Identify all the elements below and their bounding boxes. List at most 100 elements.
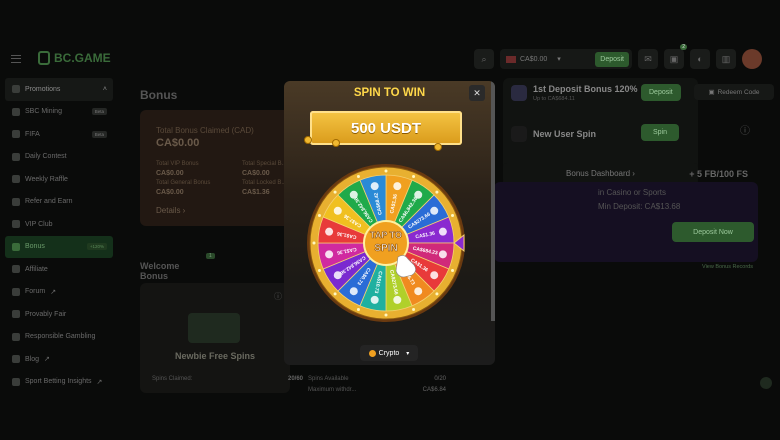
deposit-bonus-button[interactable]: Deposit bbox=[641, 84, 681, 101]
gift-icon bbox=[12, 242, 20, 251]
max-withdraw-label: Maximum withdr... bbox=[308, 387, 357, 393]
coin-icon bbox=[430, 206, 439, 215]
sidebar-item-label: Daily Contest bbox=[25, 153, 67, 161]
newbie-free-spins-card[interactable]: Newbie Free Spins Spins Claimed: 20/60 ⓘ bbox=[140, 283, 303, 393]
sidebar-item-bonus[interactable]: Bonus +120% bbox=[5, 235, 113, 258]
sidebar-item-label: VIP Club bbox=[25, 220, 53, 228]
coin-icon bbox=[325, 227, 334, 236]
wheel-light bbox=[333, 292, 337, 296]
wheel-icon bbox=[511, 126, 527, 142]
sidebar-item-label: Forum bbox=[25, 288, 46, 296]
deposit-now-button[interactable]: Deposit Now bbox=[672, 222, 754, 242]
spins-available-value: 0/20 bbox=[434, 376, 446, 382]
free-spins-text: + 5 FB/100 FS bbox=[689, 169, 748, 179]
sidebar-item-forum[interactable]: Forum ↗ bbox=[5, 281, 113, 304]
search-icon[interactable]: ⌕ bbox=[474, 49, 494, 69]
info-icon[interactable]: ⓘ bbox=[274, 291, 282, 302]
claimed-label: Total Bonus Claimed (CAD) bbox=[156, 126, 254, 135]
megaphone-icon bbox=[12, 85, 20, 94]
sidebar-item-affiliate[interactable]: Affiliate bbox=[5, 258, 113, 281]
spin-button[interactable]: Spin bbox=[641, 124, 680, 141]
heart-icon bbox=[12, 332, 20, 341]
spins-claimed-value: 20/60 bbox=[288, 376, 304, 382]
new-user-spin-row: New User Spin bbox=[511, 126, 596, 142]
avatar[interactable] bbox=[742, 49, 762, 69]
coin-icon bbox=[332, 139, 340, 147]
page-title: Bonus bbox=[140, 88, 178, 102]
sidebar-item-sport-betting-insights[interactable]: Sport Betting Insights ↗ bbox=[5, 371, 113, 394]
sidebar-item-label: Weekly Raffle bbox=[25, 175, 68, 183]
spins-claimed-label: Spins Claimed: bbox=[152, 376, 193, 382]
wheel-light bbox=[317, 269, 321, 273]
wallet-balance[interactable]: CA$0.00 ▾ Deposit bbox=[500, 49, 632, 69]
sidebar-item-refer-and-earn[interactable]: Refer and Earn bbox=[5, 191, 113, 214]
prize-wheel[interactable]: CA$1.36 CA$6,842.36 CA$273.66 CA$1.36 CA$684… bbox=[302, 163, 486, 329]
coin-icon bbox=[414, 287, 423, 296]
max-withdraw-value: CA$6.84 bbox=[422, 387, 446, 393]
forum-icon bbox=[12, 287, 20, 296]
deposit-promo-card: + 5 FB/100 FS in Casino or Sports Min De… bbox=[494, 169, 758, 262]
redeem-code-button[interactable]: ▣ Redeem Code bbox=[694, 84, 774, 100]
support-icon[interactable] bbox=[760, 377, 772, 389]
menu-dots-icon[interactable]: ▥ bbox=[716, 49, 736, 69]
close-icon[interactable]: ✕ bbox=[469, 85, 485, 101]
bonus-claimed-card: Total Bonus Claimed (CAD) CA$0.00 Total … bbox=[140, 110, 290, 226]
calendar-icon bbox=[12, 152, 20, 161]
slot-machine-icon bbox=[188, 313, 240, 343]
breakdown-value: CA$0.00 bbox=[156, 170, 184, 177]
first-deposit-subtitle: Up to CA$684.11 bbox=[533, 96, 575, 102]
gift-icon[interactable]: ▣ 2 bbox=[664, 44, 687, 69]
view-bonus-records-link[interactable]: View Bonus Records bbox=[702, 264, 753, 270]
chat-icon[interactable]: ◐ bbox=[690, 49, 710, 69]
sidebar-item-blog[interactable]: Blog ↗ bbox=[5, 348, 113, 371]
menu-icon[interactable] bbox=[11, 55, 21, 63]
logo-mark bbox=[38, 51, 50, 65]
currency-selector[interactable]: Crypto ▾ bbox=[360, 345, 418, 361]
sidebar-item-responsible-gambling[interactable]: Responsible Gambling bbox=[5, 326, 113, 349]
sidebar-item-provably-fair[interactable]: Provably Fair bbox=[5, 303, 113, 326]
coin-icon bbox=[304, 136, 312, 144]
welcome-count-badge: 1 bbox=[206, 253, 215, 259]
info-icon[interactable]: ⓘ bbox=[740, 122, 750, 137]
sidebar-item-fifa[interactable]: FIFA Beta bbox=[5, 123, 113, 146]
users-icon bbox=[12, 197, 20, 206]
scrollbar[interactable] bbox=[491, 81, 495, 321]
new-user-spin-title: New User Spin bbox=[533, 129, 597, 139]
prize-text: 500 USDT bbox=[350, 119, 422, 137]
coin-icon bbox=[414, 190, 423, 199]
wheel-light bbox=[412, 174, 416, 178]
sidebar-item-promotions[interactable]: Promotions ˄ bbox=[5, 78, 113, 101]
shield-icon bbox=[12, 310, 20, 319]
blog-icon bbox=[12, 355, 20, 364]
coin-icon bbox=[438, 227, 447, 236]
wheel-light bbox=[435, 292, 439, 296]
sidebar-item-daily-contest[interactable]: Daily Contest bbox=[5, 146, 113, 169]
sidebar-item-label: Affiliate bbox=[25, 265, 48, 273]
details-link[interactable]: Details › bbox=[156, 206, 274, 215]
bonus-dashboard-button[interactable]: Bonus Dashboard › bbox=[503, 163, 698, 183]
logo[interactable]: BC.GAME bbox=[38, 51, 111, 65]
chevron-down-icon: ▾ bbox=[406, 350, 410, 357]
coin-icon bbox=[434, 143, 442, 151]
sidebar-item-vip-club[interactable]: VIP Club bbox=[5, 213, 113, 236]
mining-icon bbox=[12, 107, 20, 116]
spin-to-win-modal: SPIN TO WIN ✕ 500 USDT CA$1.36 CA$6,842.3… bbox=[284, 81, 495, 365]
coin-icon bbox=[393, 182, 402, 191]
coin-icon bbox=[370, 295, 379, 304]
wheel-light bbox=[333, 190, 337, 194]
first-deposit-row: 1st Deposit Bonus 120% Up to CA$684.11 bbox=[511, 84, 638, 102]
mail-icon[interactable]: ✉ bbox=[638, 49, 658, 69]
wheel-svg: CA$1.36CA$6,842.36CA$273.66CA$1.36CA$684… bbox=[307, 164, 465, 322]
tap-to-spin-label: SPIN bbox=[374, 243, 397, 254]
spins-claimed: Spins Claimed: 20/60 bbox=[152, 376, 303, 382]
bitcoin-icon bbox=[368, 349, 376, 357]
external-link-icon: ↗ bbox=[44, 356, 50, 364]
sidebar-item-sbc-mining[interactable]: SBC Mining Beta bbox=[5, 101, 113, 124]
modal-title: SPIN TO WIN bbox=[353, 87, 426, 99]
deposit-button[interactable]: Deposit bbox=[595, 51, 629, 67]
wheel-light bbox=[451, 213, 455, 217]
spins-available-label: Spins Available bbox=[308, 376, 349, 382]
chevron-up-icon: ˄ bbox=[102, 85, 107, 93]
trophy-icon bbox=[12, 130, 20, 139]
sidebar-item-weekly-raffle[interactable]: Weekly Raffle bbox=[5, 168, 113, 191]
